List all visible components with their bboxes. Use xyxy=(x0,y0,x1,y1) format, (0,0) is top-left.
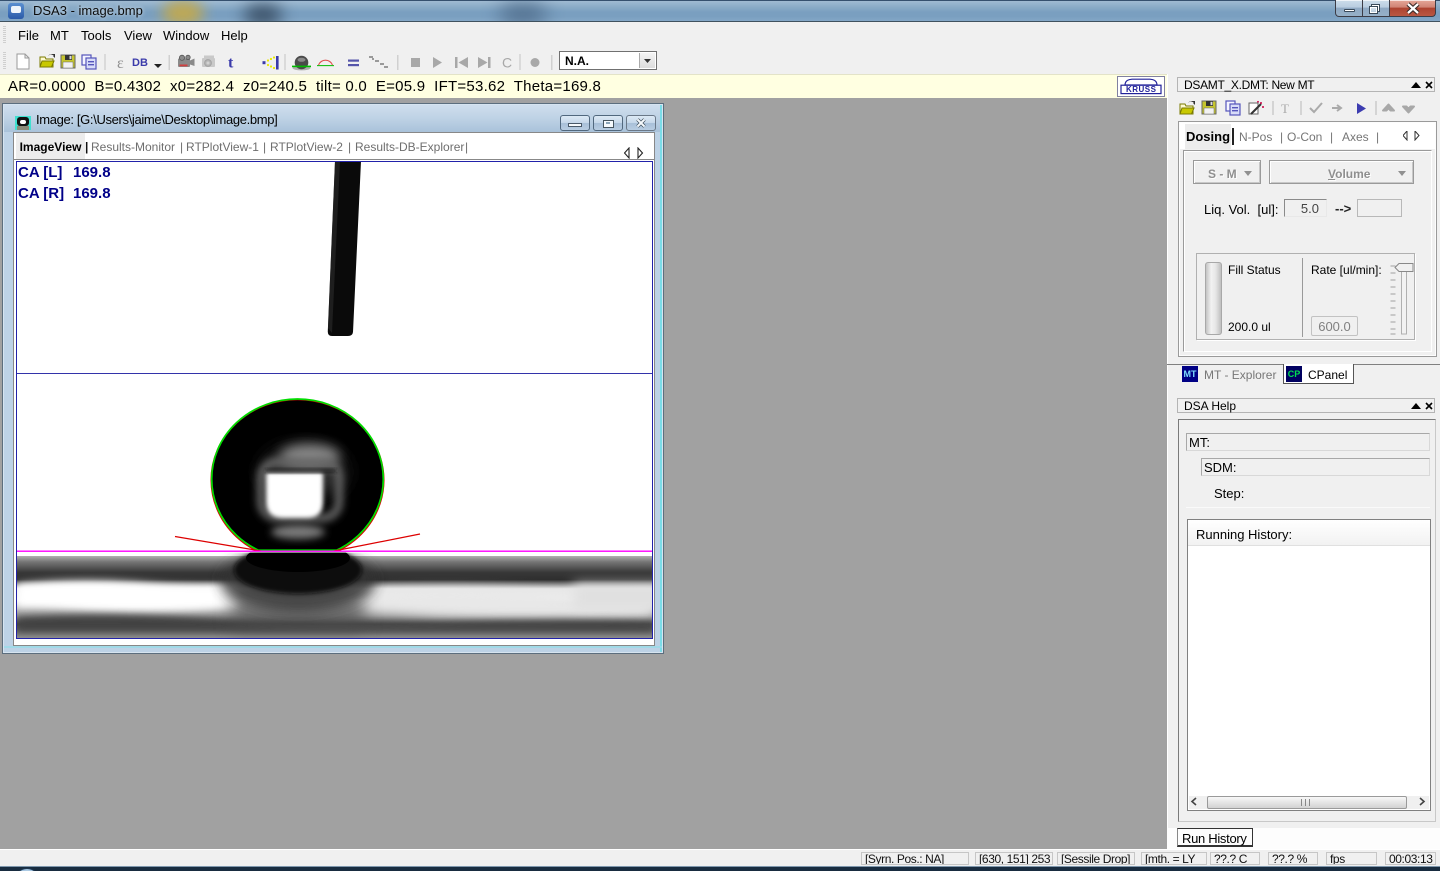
svg-text:CA [R]: CA [R] xyxy=(18,185,64,202)
svg-text:169.8: 169.8 xyxy=(73,185,111,202)
svg-text:ε: ε xyxy=(117,55,124,71)
svg-text:T: T xyxy=(1281,101,1289,116)
svg-text:CA [L]: CA [L] xyxy=(18,164,62,181)
svg-text:C: C xyxy=(502,55,512,71)
svg-text:KRÜSS: KRÜSS xyxy=(1126,85,1157,94)
svg-text:t: t xyxy=(228,55,234,72)
svg-text:169.8: 169.8 xyxy=(73,164,111,181)
svg-text:DB: DB xyxy=(132,57,148,69)
